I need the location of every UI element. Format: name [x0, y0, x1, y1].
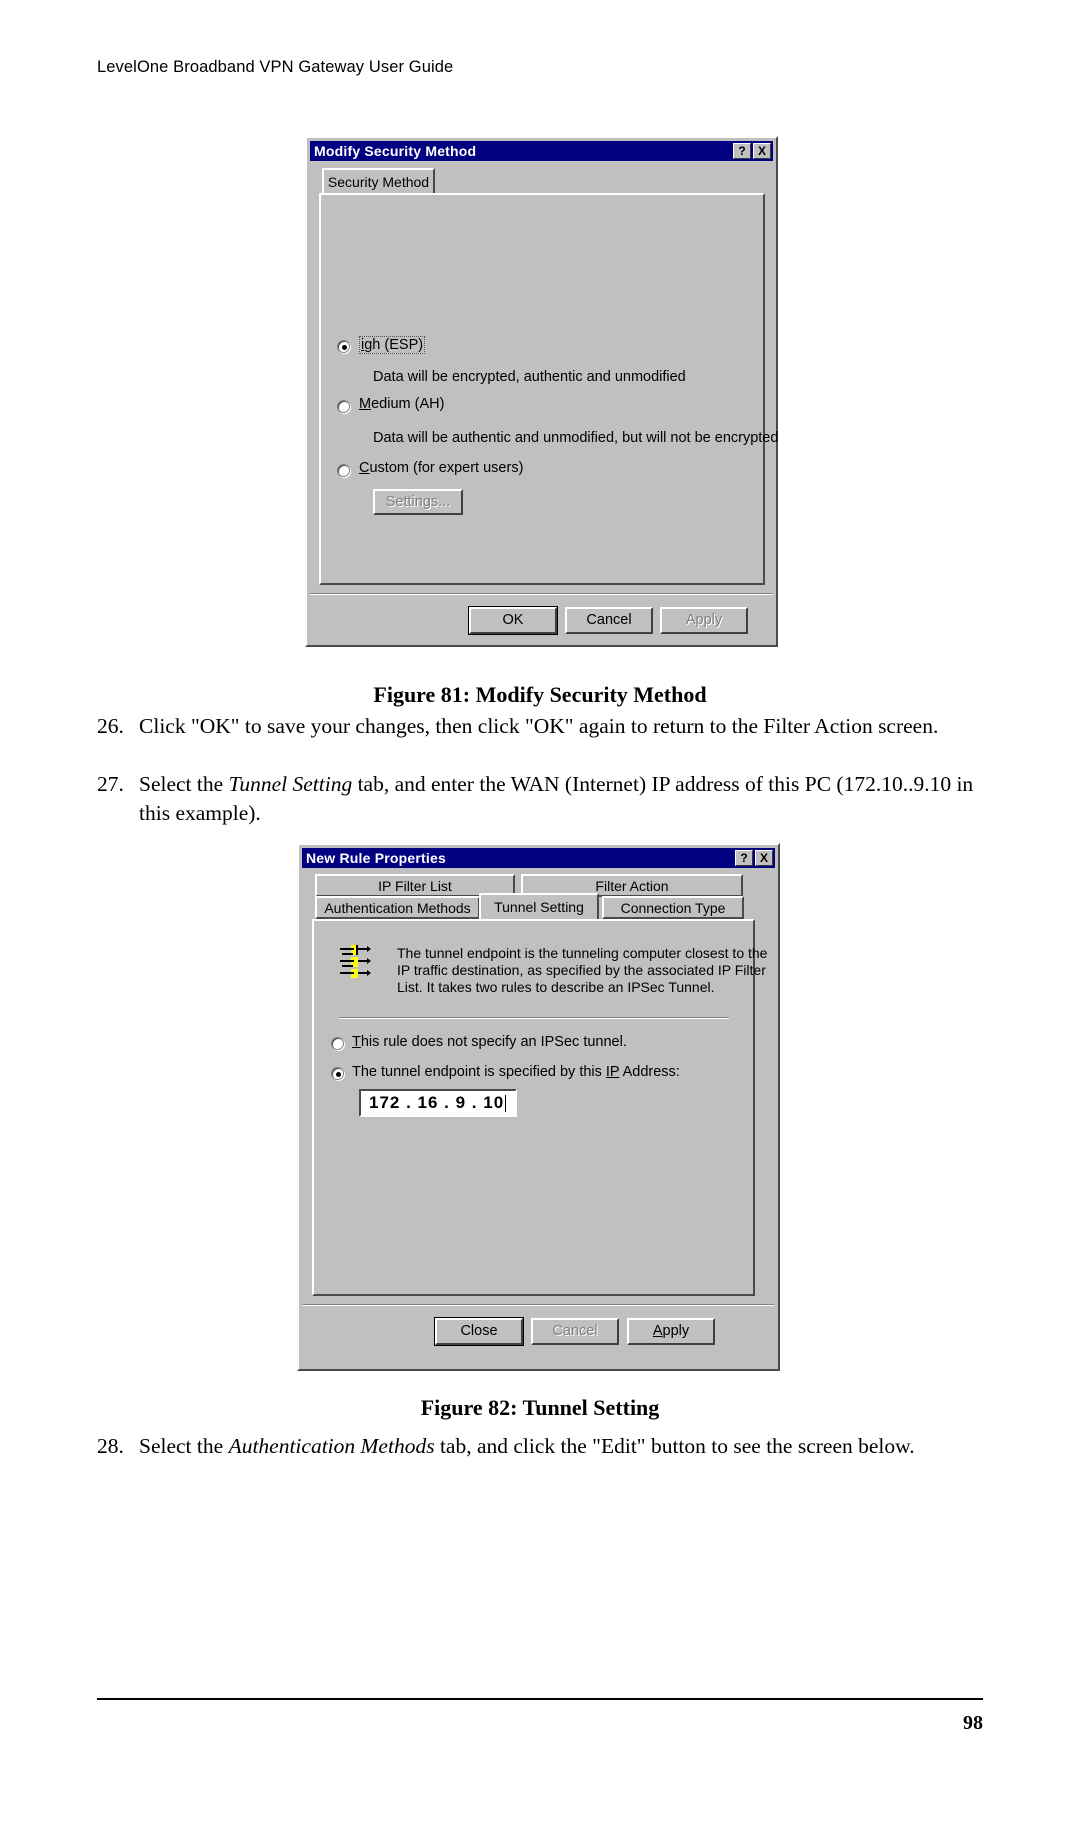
- desc-high-esp: Data will be encrypted, authentic and un…: [373, 369, 686, 385]
- label-rest: edium (AH): [371, 396, 445, 412]
- step-28-emphasis: Authentication Methods: [228, 1434, 435, 1458]
- radio-high-esp[interactable]: [337, 340, 350, 353]
- apply-button-label: Apply: [685, 612, 723, 629]
- step-26-number: 26.: [97, 714, 124, 738]
- cancel-button[interactable]: Cancel: [565, 607, 653, 634]
- tab-tunnel-setting[interactable]: Tunnel Setting: [479, 893, 599, 921]
- label-rest: his rule does not specify an IPSec tunne…: [360, 1034, 627, 1050]
- info-line-1: The tunnel endpoint is the tunneling com…: [397, 945, 768, 961]
- radio-label-high-esp[interactable]: igh (ESP): [359, 336, 426, 354]
- help-icon[interactable]: ?: [733, 143, 751, 159]
- label-rest: Address:: [619, 1064, 680, 1080]
- tab-authentication-methods[interactable]: Authentication Methods: [315, 896, 480, 919]
- help-icon[interactable]: ?: [735, 850, 753, 866]
- document-page: LevelOne Broadband VPN Gateway User Guid…: [0, 0, 1080, 1822]
- settings-button-label: Settings...: [385, 493, 451, 510]
- accel-char: M: [359, 396, 372, 412]
- figure-82-caption: Figure 82: Tunnel Setting: [420, 1395, 660, 1420]
- label-pre: The tunnel endpoint is specified by this: [352, 1064, 606, 1080]
- tab-security-method[interactable]: Security Method: [322, 168, 435, 194]
- apply-button[interactable]: Apply: [660, 607, 748, 634]
- dialog-title: New Rule Properties: [306, 850, 446, 866]
- page-number: 98: [963, 1712, 983, 1734]
- accel-char: A: [652, 1323, 663, 1340]
- apply-button-label: pply: [662, 1323, 690, 1340]
- step-28-text-a: Select the: [139, 1434, 229, 1458]
- footer-separator: [303, 1304, 774, 1306]
- cancel-button-label: Cancel: [586, 612, 632, 629]
- dialog-title: Modify Security Method: [314, 143, 477, 159]
- step-28-text: Select the Authentication Methods tab, a…: [139, 1432, 983, 1461]
- accel-char: T: [352, 1034, 361, 1050]
- dialog-titlebar: Modify Security Method ? X: [310, 141, 773, 161]
- step-27: 27. Select the Tunnel Setting tab, and e…: [97, 770, 983, 828]
- radio-label-no-ipsec-tunnel[interactable]: This rule does not specify an IPSec tunn…: [352, 1034, 627, 1050]
- titlebar-buttons: ? X: [735, 850, 775, 866]
- step-26: 26. Click "OK" to save your changes, the…: [97, 712, 983, 741]
- info-line-3: List. It takes two rules to describe an …: [397, 979, 715, 995]
- radio-label-custom[interactable]: Custom (for expert users): [359, 460, 523, 476]
- step-26-text: Click "OK" to save your changes, then cl…: [139, 714, 939, 738]
- radio-custom[interactable]: [337, 464, 350, 477]
- accel-char: IP: [605, 1064, 620, 1080]
- radio-no-ipsec-tunnel[interactable]: [331, 1037, 344, 1050]
- text-caret: [505, 1094, 507, 1112]
- settings-button[interactable]: Settings...: [373, 489, 463, 515]
- tab-label: Security Method: [327, 174, 430, 190]
- dialog-titlebar: New Rule Properties ? X: [302, 848, 775, 868]
- step-27-emphasis: Tunnel Setting: [228, 772, 353, 796]
- tab-label: Tunnel Setting: [494, 899, 584, 915]
- close-button-label: Close: [460, 1323, 498, 1340]
- cancel-button-label: Cancel: [552, 1323, 598, 1340]
- step-27-text: Select the Tunnel Setting tab, and enter…: [139, 770, 983, 828]
- apply-button[interactable]: Apply: [627, 1318, 715, 1345]
- security-method-panel: [319, 193, 765, 585]
- tab-connection-type[interactable]: Connection Type: [602, 896, 744, 919]
- ok-button[interactable]: OK: [468, 606, 558, 635]
- section-separator: [339, 1017, 729, 1019]
- close-icon[interactable]: X: [755, 850, 773, 866]
- desc-medium-ah: Data will be authentic and unmodified, b…: [373, 430, 779, 446]
- radio-medium-ah[interactable]: [337, 400, 350, 413]
- close-button[interactable]: Close: [434, 1317, 524, 1346]
- tab-label: IP Filter List: [378, 878, 452, 894]
- running-head: LevelOne Broadband VPN Gateway User Guid…: [97, 58, 454, 76]
- cancel-button[interactable]: Cancel: [531, 1318, 619, 1345]
- new-rule-properties-dialog: New Rule Properties ? X IP Filter List F…: [297, 843, 780, 1371]
- tunnel-endpoint-icon: [337, 944, 371, 985]
- footer-separator: [310, 593, 773, 595]
- step-27-number: 27.: [97, 772, 124, 796]
- step-28-text-b: tab, and click the "Edit" button to see …: [434, 1434, 915, 1458]
- radio-dot: [335, 1071, 341, 1077]
- footer-divider: [97, 1698, 983, 1700]
- radio-tunnel-endpoint-ip[interactable]: [331, 1067, 344, 1080]
- step-28: 28. Select the Authentication Methods ta…: [97, 1432, 983, 1461]
- tab-label: Filter Action: [595, 878, 669, 894]
- radio-label-tunnel-endpoint-ip[interactable]: The tunnel endpoint is specified by this…: [352, 1064, 680, 1080]
- ok-button-label: OK: [502, 612, 524, 629]
- info-line-2: IP traffic destination, as specified by …: [397, 962, 766, 978]
- modify-security-method-dialog: Modify Security Method ? X Security Meth…: [305, 136, 778, 647]
- tab-label: Connection Type: [620, 900, 726, 916]
- radio-label-medium-ah[interactable]: Medium (AH): [359, 396, 444, 412]
- radio-dot: [341, 344, 347, 350]
- step-28-number: 28.: [97, 1434, 124, 1458]
- figure-81-caption: Figure 81: Modify Security Method: [373, 682, 707, 707]
- step-27-text-a: Select the: [139, 772, 229, 796]
- ip-address-input[interactable]: 172 . 16 . 9 . 10: [359, 1089, 517, 1117]
- ip-address-value: 172 . 16 . 9 . 10: [369, 1093, 505, 1112]
- label-rest: ustom (for expert users): [369, 460, 524, 476]
- accel-char: C: [359, 460, 370, 476]
- titlebar-buttons: ? X: [733, 143, 773, 159]
- label-rest: gh (ESP): [364, 337, 424, 353]
- tab-label: Authentication Methods: [324, 900, 471, 916]
- close-icon[interactable]: X: [753, 143, 771, 159]
